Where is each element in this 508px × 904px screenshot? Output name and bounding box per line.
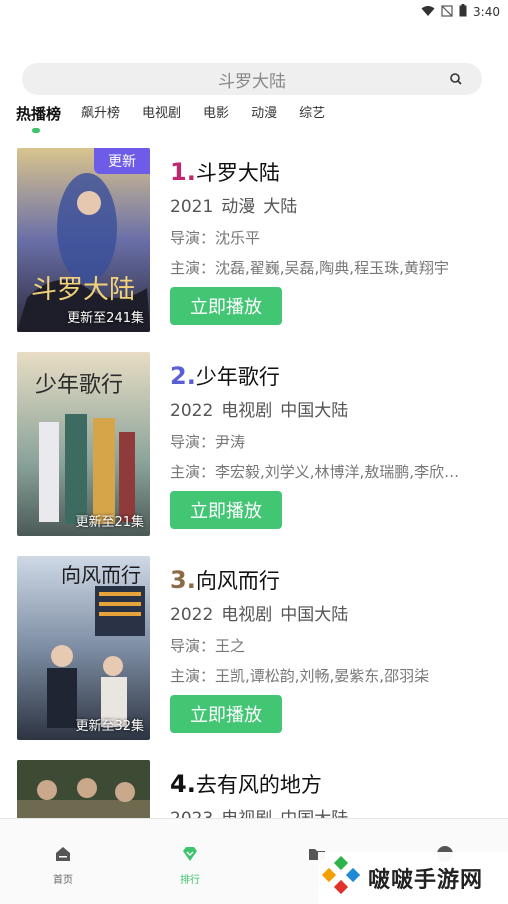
list-item[interactable]: 少年歌行 更新至21集 2.少年歌行 2022 电视剧 中国大陆 导演：尹涛 主演：… (0, 352, 508, 536)
item-year: 2022 (170, 401, 214, 421)
item-region: 中国大陆 (280, 401, 349, 421)
item-title[interactable]: 向风而行 (196, 569, 280, 593)
category-tabs: 热播榜 飙升榜 电视剧 电影 动漫 综艺 (16, 104, 347, 133)
item-meta: 2021 动漫 大陆 (170, 195, 500, 219)
item-director: 导演：王之 (170, 637, 246, 655)
poster-image[interactable]: 少年歌行 更新至21集 (17, 352, 150, 536)
svg-text:少年歌行: 少年歌行 (35, 373, 123, 398)
item-title-row: 1.斗罗大陆 (170, 156, 500, 189)
item-title[interactable]: 斗罗大陆 (196, 161, 280, 185)
item-info: 1.斗罗大陆 2021 动漫 大陆 导演：沈乐平 主演：沈磊,翟巍,吴磊,陶典,程玉… (170, 156, 500, 325)
watermark: 啵啵手游网 (318, 852, 508, 904)
tab-variety[interactable]: 综艺 (299, 104, 325, 124)
item-info: 3.向风而行 2022 电视剧 中国大陆 导演：王之 主演：王凯,谭松韵,刘畅,晏紫… (170, 564, 500, 733)
status-bar: 3:40 (0, 0, 508, 24)
item-region: 大陆 (263, 197, 298, 217)
status-time: 3:40 (473, 5, 500, 19)
item-region: 中国大陆 (280, 605, 349, 625)
tab-movie[interactable]: 电影 (203, 104, 229, 124)
watermark-logo-icon (320, 855, 361, 900)
rank-number: 3. (170, 566, 196, 594)
item-title-row: 3.向风而行 (170, 564, 500, 597)
nav-home[interactable]: 首页 (38, 845, 88, 886)
update-badge: 更新 (94, 148, 150, 174)
item-meta: 2022 电视剧 中国大陆 (170, 399, 500, 423)
episode-label: 更新至21集 (75, 515, 144, 530)
item-title[interactable]: 去有风的地方 (196, 773, 322, 797)
list-item[interactable]: 向风而行 更新至32集 3.向风而行 2022 电视剧 中国大陆 导演：王之 主演：… (0, 556, 508, 740)
item-director: 导演：尹涛 (170, 433, 246, 451)
battery-icon (459, 4, 467, 20)
watermark-text: 啵啵手游网 (368, 868, 484, 893)
rank-diamond-icon (181, 845, 199, 863)
rank-number: 2. (170, 362, 196, 390)
poster-image[interactable]: 斗罗大陆 更新 更新至241集 (17, 148, 150, 332)
search-icon[interactable] (448, 71, 464, 87)
tab-anime[interactable]: 动漫 (251, 104, 277, 124)
play-button[interactable]: 立即播放 (170, 491, 282, 529)
item-genre: 电视剧 (221, 401, 273, 421)
no-signal-icon (441, 4, 453, 20)
item-info: 2.少年歌行 2022 电视剧 中国大陆 导演：尹涛 主演：李宏毅,刘学义,林博洋,… (170, 360, 500, 529)
nav-home-label: 首页 (53, 875, 73, 886)
play-button[interactable]: 立即播放 (170, 287, 282, 325)
item-cast: 主演：王凯,谭松韵,刘畅,晏紫东,邵羽柒 (170, 667, 430, 685)
play-button[interactable]: 立即播放 (170, 695, 282, 733)
item-genre: 电视剧 (221, 605, 273, 625)
rank-number: 4. (170, 770, 196, 798)
poster-image[interactable]: 向风而行 更新至32集 (17, 556, 150, 740)
episode-label: 更新至241集 (67, 311, 144, 326)
item-title-row: 4.去有风的地方 (170, 768, 500, 801)
rank-number: 1. (170, 158, 196, 186)
svg-text:斗罗大陆: 斗罗大陆 (31, 275, 135, 305)
item-title-row: 2.少年歌行 (170, 360, 500, 393)
list-item[interactable]: 斗罗大陆 更新 更新至241集 1.斗罗大陆 2021 动漫 大陆 导演：沈乐平 主… (0, 148, 508, 332)
tab-hot[interactable]: 热播榜 (16, 104, 61, 133)
tab-tv[interactable]: 电视剧 (142, 104, 181, 124)
nav-rank[interactable]: 排行 (165, 845, 215, 886)
svg-text:向风而行: 向风而行 (61, 563, 141, 587)
item-cast: 主演：沈磊,翟巍,吴磊,陶典,程玉珠,黄翔宇 (170, 259, 449, 277)
search-bar[interactable]: 斗罗大陆 (22, 63, 482, 95)
item-cast: 主演：李宏毅,刘学义,林博洋,敖瑞鹏,李欣… (170, 463, 460, 481)
item-meta: 2022 电视剧 中国大陆 (170, 603, 500, 627)
item-title[interactable]: 少年歌行 (196, 365, 280, 389)
item-genre: 动漫 (221, 197, 256, 217)
item-year: 2022 (170, 605, 214, 625)
wifi-icon (421, 5, 435, 20)
home-icon (54, 845, 72, 863)
nav-rank-label: 排行 (180, 875, 200, 886)
tab-rising[interactable]: 飙升榜 (81, 104, 120, 124)
search-placeholder: 斗罗大陆 (218, 71, 286, 92)
item-director: 导演：沈乐平 (170, 229, 261, 247)
episode-label: 更新至32集 (75, 719, 144, 734)
item-year: 2021 (170, 197, 214, 217)
